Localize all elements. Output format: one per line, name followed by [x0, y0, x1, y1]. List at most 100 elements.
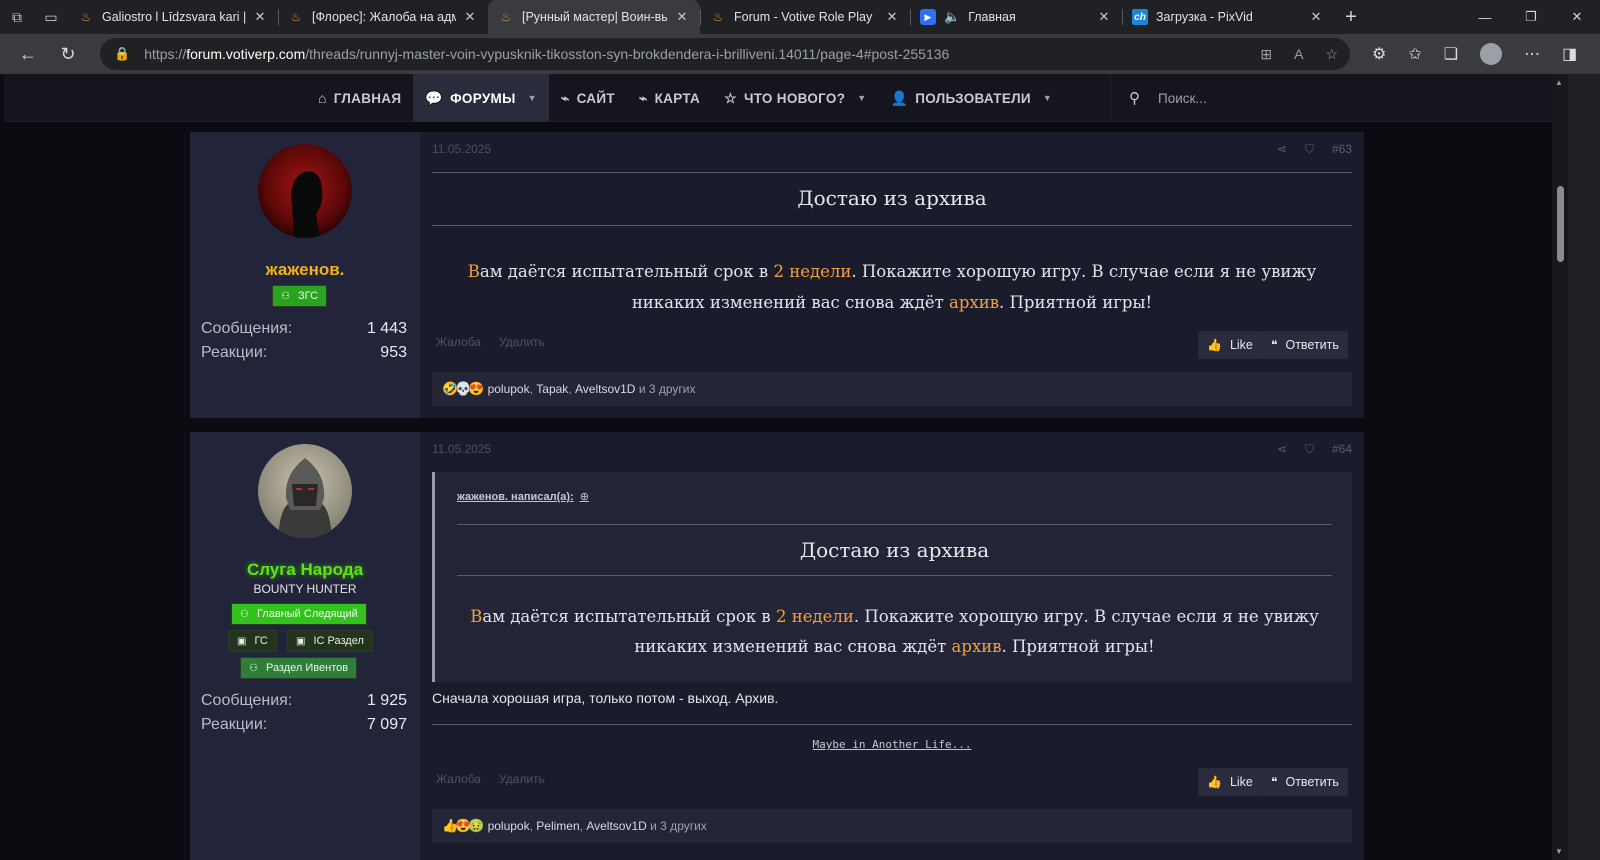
signature[interactable]: Maybe in Another Life...	[432, 738, 1352, 751]
reactors-others[interactable]: и 3 других	[650, 819, 707, 833]
badge-label: Раздел Ивентов	[265, 662, 349, 674]
username[interactable]: жаженов.	[190, 260, 420, 280]
close-tab-icon[interactable]: ✕	[1096, 9, 1112, 25]
back-icon[interactable]: ←	[8, 34, 48, 74]
minimize-icon[interactable]: —	[1462, 0, 1508, 34]
bookmark-icon[interactable]: ⛉	[1305, 142, 1314, 157]
user-badge: ▣ ГС	[228, 630, 277, 652]
post-date[interactable]: 11.05.2025	[432, 442, 491, 457]
share-icon[interactable]: ⋖	[1277, 142, 1287, 157]
tab-title: [Рунный мастер| Воин-выпу	[522, 10, 668, 24]
reactor-name[interactable]: polupok	[488, 819, 530, 833]
browser-tab-active[interactable]: ♨ [Рунный мастер| Воин-выпу ✕	[488, 0, 700, 34]
forum-search[interactable]: ⚲ Поиск...	[1110, 74, 1550, 122]
close-tab-icon[interactable]: ✕	[674, 9, 690, 25]
post-number[interactable]: #64	[1332, 442, 1352, 457]
workspaces-icon[interactable]: ⧉	[0, 0, 34, 34]
tag-icon: ⌁	[638, 89, 648, 106]
like-label: Like	[1229, 775, 1253, 789]
reactor-name[interactable]: Aveltsov1D	[575, 382, 635, 396]
delete-link[interactable]: Удалить	[499, 772, 545, 786]
tab-actions-icon[interactable]: ▭	[34, 0, 68, 34]
chevron-down-icon[interactable]: ▼	[857, 93, 866, 103]
address-bar[interactable]: 🔒 https://forum.votiverp.com/threads/run…	[100, 38, 1350, 70]
app-available-icon[interactable]: ⊞	[1260, 46, 1272, 63]
flame-favicon-icon: ♨	[80, 10, 92, 24]
chevron-down-icon[interactable]: ▼	[528, 93, 537, 103]
browser-tab[interactable]: ♨ [Флорес]: Жалоба на админ ✕	[278, 0, 488, 34]
favorites-icon[interactable]: ✩	[1408, 44, 1421, 64]
post-date[interactable]: 11.05.2025	[432, 142, 491, 157]
scroll-up-icon[interactable]: ▲	[1555, 78, 1563, 87]
lock-icon[interactable]: 🔒	[114, 46, 130, 62]
sidebar-toggle-icon[interactable]: ◨	[1562, 44, 1577, 64]
share-icon[interactable]: ⋖	[1277, 442, 1287, 457]
avatar[interactable]	[258, 444, 352, 538]
close-window-icon[interactable]: ✕	[1554, 0, 1600, 34]
reaction-emoji-icons: 🤣💀😍	[442, 381, 485, 396]
collections-icon[interactable]: ❏	[1444, 44, 1458, 64]
browser-tab[interactable]: ▶ 🔈 Главная ✕	[910, 0, 1122, 34]
nav-item-whats-new[interactable]: ☆ ЧТО НОВОГО? ▼	[712, 74, 878, 122]
username[interactable]: Слуга Народа	[190, 560, 420, 580]
nav-item-users[interactable]: 👤 ПОЛЬЗОВАТЕЛИ ▼	[879, 74, 1065, 122]
speaker-icon[interactable]: 🔈	[944, 9, 960, 25]
close-tab-icon[interactable]: ✕	[884, 9, 900, 25]
body-text: ам даётся испытательный срок в	[482, 607, 776, 626]
reactor-name[interactable]: Aveltsov1D	[586, 819, 646, 833]
reply-button[interactable]: ❝ Ответить	[1262, 768, 1348, 796]
close-tab-icon[interactable]: ✕	[1308, 9, 1324, 25]
forum-post: жаженов. ⚇ ЗГС Сообщения: 1 443 Реакции: 95…	[190, 132, 1364, 418]
read-aloud-icon[interactable]: A	[1294, 46, 1303, 62]
reply-button[interactable]: ❝ Ответить	[1262, 331, 1348, 359]
nav-item-home[interactable]: ⌂ ГЛАВНАЯ	[306, 74, 413, 122]
more-menu-icon[interactable]: ⋯	[1524, 44, 1540, 64]
reactor-name[interactable]: polupok	[488, 382, 530, 396]
report-link[interactable]: Жалоба	[436, 772, 481, 786]
delete-link[interactable]: Удалить	[499, 335, 545, 349]
nav-item-forums[interactable]: 💬 ФОРУМЫ ▼	[413, 74, 549, 122]
browser-tab[interactable]: ch Загрузка - PixVid ✕	[1122, 0, 1334, 34]
jump-to-quote-icon[interactable]: ⊕	[580, 491, 589, 503]
browser-tab[interactable]: ♨ Forum - Votive Role Play ✕	[700, 0, 910, 34]
new-tab-button[interactable]: +	[1334, 6, 1368, 29]
browser-tab[interactable]: ♨ Galiostro l Līdzsvara kari | Стр ✕	[68, 0, 278, 34]
scrollbar-thumb[interactable]	[1557, 186, 1564, 262]
report-link[interactable]: Жалоба	[436, 335, 481, 349]
thumbs-up-icon: 👍	[1207, 338, 1222, 352]
like-button[interactable]: 👍 Like	[1198, 331, 1262, 359]
nav-item-map[interactable]: ⌁ КАРТА	[627, 74, 712, 122]
quote-heading: Достаю из архива	[799, 538, 990, 562]
favorite-star-icon[interactable]: ☆	[1325, 46, 1338, 63]
post-reply-text: Сначала хорошая игра, только потом - вых…	[432, 690, 779, 706]
reactor-name[interactable]: Pelimen	[536, 819, 579, 833]
scroll-down-icon[interactable]: ▼	[1555, 847, 1563, 856]
like-button[interactable]: 👍 Like	[1198, 768, 1262, 796]
reactions-bar[interactable]: 👍😍🤢 polupok, Pelimen, Aveltsov1D и 3 дру…	[432, 809, 1352, 843]
ch-favicon-icon: ch	[1132, 9, 1148, 25]
quote-header[interactable]: жаженов. написал(а): ⊕	[457, 490, 589, 503]
user-stat-reactions: Реакции: 7 097	[201, 716, 407, 734]
restore-icon[interactable]: ❐	[1508, 0, 1554, 34]
chevron-down-icon[interactable]: ▼	[1043, 93, 1052, 103]
reactions-bar[interactable]: 🤣💀😍 polupok, Tapak, Aveltsov1D и 3 други…	[432, 372, 1352, 406]
bookmark-icon[interactable]: ⛉	[1305, 442, 1314, 457]
post-user-cell: Слуга Народа BOUNTY HUNTER ⚇ Главный След…	[190, 432, 420, 860]
nav-label: ЧТО НОВОГО?	[743, 90, 846, 106]
stat-label: Реакции:	[201, 716, 268, 733]
profile-avatar-icon[interactable]	[1480, 43, 1503, 65]
body-highlight: 2 недели	[775, 607, 854, 626]
reactor-name[interactable]: Tapak	[536, 382, 568, 396]
close-tab-icon[interactable]: ✕	[462, 9, 478, 25]
reactors-others[interactable]: и 3 других	[639, 382, 696, 396]
reply-label: Ответить	[1285, 338, 1339, 352]
avatar[interactable]	[258, 144, 352, 238]
page-scrollbar[interactable]: ▲ ▼	[1552, 74, 1568, 860]
close-tab-icon[interactable]: ✕	[252, 9, 268, 25]
nav-item-site[interactable]: ⌁ САЙТ	[549, 74, 627, 122]
extensions-icon[interactable]: ⚙	[1372, 44, 1386, 64]
quote-author[interactable]: жаженов. написал(а):	[457, 491, 574, 503]
post-number[interactable]: #63	[1332, 142, 1352, 157]
reload-icon[interactable]: ↻	[48, 34, 88, 74]
quote-body: Вам даётся испытательный срок в 2 недели…	[457, 602, 1332, 662]
